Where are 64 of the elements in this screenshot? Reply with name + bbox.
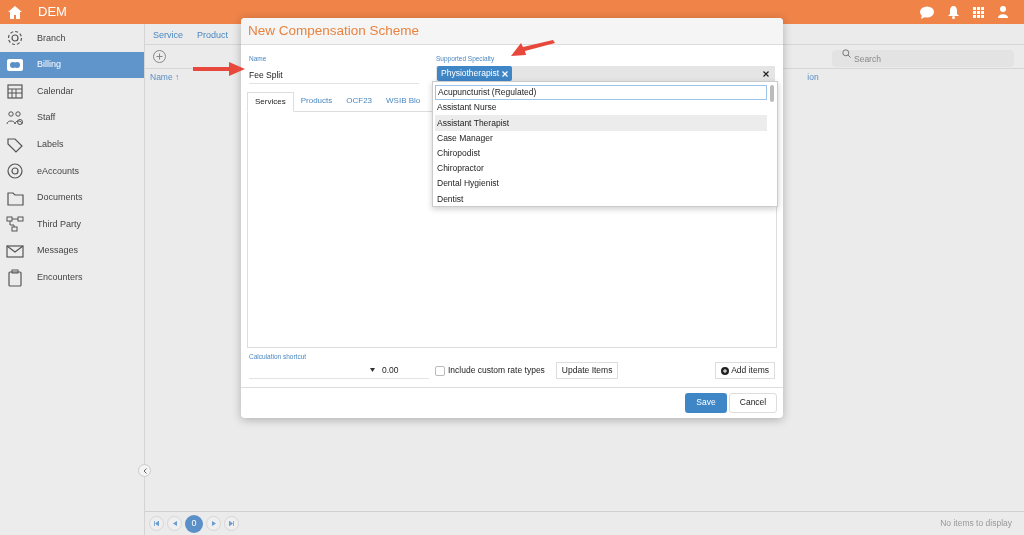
last-page-icon — [229, 521, 234, 526]
sidebar-item[interactable]: Encounters — [0, 264, 144, 291]
cancel-button[interactable]: Cancel — [729, 392, 777, 413]
mail-icon — [6, 242, 24, 261]
dropdown-option[interactable]: Assistant Nurse — [435, 100, 767, 116]
first-page-icon — [154, 521, 159, 526]
sidebar-item[interactable]: Messages — [0, 237, 144, 265]
specialty-tag[interactable]: Physiotherapist — [437, 66, 513, 82]
name-field[interactable]: Fee Split — [249, 67, 419, 84]
calendar-icon — [6, 82, 24, 101]
remove-icon[interactable] — [502, 70, 509, 77]
checkbox-label: Include custom rate types — [448, 364, 545, 377]
sidebar-item[interactable]: Branch — [0, 25, 144, 52]
app-title: DEM — [38, 3, 67, 22]
update-items-button[interactable]: Update Items — [555, 362, 619, 379]
annotation-arrow-icon — [193, 62, 245, 76]
tab[interactable]: OCF23 — [339, 90, 380, 111]
sidebar-item[interactable]: Documents — [0, 184, 144, 212]
dropdown-option[interactable]: Assistant Therapist — [435, 115, 767, 131]
next-page-button[interactable] — [206, 516, 221, 531]
sidebar-item[interactable]: Labels — [0, 131, 144, 158]
add-items-button[interactable]: Add items — [715, 362, 775, 379]
sidebar-item[interactable]: eAccounts — [0, 157, 144, 185]
first-page-button[interactable] — [149, 516, 164, 531]
add-icon — [721, 366, 730, 375]
scrollbar-thumb[interactable] — [770, 85, 774, 102]
dropdown-option[interactable]: Chiropodist — [435, 145, 767, 161]
add-icon[interactable] — [153, 50, 166, 63]
sidebar-item[interactable]: Third Party — [0, 211, 144, 238]
pager-status: No items to display — [940, 517, 1013, 530]
sidebar-item[interactable]: Calendar — [0, 78, 144, 105]
search-field[interactable]: Search — [832, 50, 1014, 67]
tag-icon — [6, 135, 24, 154]
dropdown-option[interactable]: Chiropractor — [435, 160, 767, 177]
amount-field[interactable]: 0.00 — [377, 362, 429, 379]
dropdown-option[interactable]: Dentist — [435, 191, 767, 206]
at-icon — [6, 162, 24, 181]
previous-page-button[interactable] — [167, 516, 182, 531]
tab[interactable]: Services — [247, 91, 294, 112]
chevron-left-icon — [142, 467, 147, 474]
dropdown-option[interactable]: Dental Hygienist — [435, 176, 767, 192]
dialog-title: New Compensation Scheme — [248, 21, 420, 40]
previous-page-icon — [172, 521, 177, 526]
clipboard-icon — [6, 268, 24, 287]
sidebar-item[interactable]: Staff — [0, 104, 144, 132]
clear-icon[interactable] — [763, 70, 769, 77]
user-icon[interactable] — [998, 6, 1008, 18]
nodes-icon — [6, 215, 24, 234]
last-page-button[interactable] — [224, 516, 239, 531]
chat-icon[interactable] — [920, 5, 934, 19]
next-page-icon — [211, 521, 216, 526]
home-icon[interactable] — [8, 5, 22, 19]
collapse-button[interactable] — [138, 464, 151, 477]
dropdown-caret-icon — [370, 368, 375, 372]
tab[interactable]: WSIB Blo — [379, 90, 428, 111]
people-icon — [6, 109, 24, 128]
bell-icon[interactable] — [948, 5, 959, 19]
apps-grid-icon[interactable] — [973, 6, 984, 18]
dropdown-option[interactable]: Acupuncturist (Regulated) — [435, 85, 767, 101]
save-button[interactable]: Save — [685, 392, 727, 413]
dropdown-option[interactable]: Case Manager — [435, 130, 767, 146]
gear-icon — [6, 29, 24, 48]
tab[interactable]: Products — [293, 90, 340, 111]
checkbox[interactable] — [435, 365, 445, 376]
